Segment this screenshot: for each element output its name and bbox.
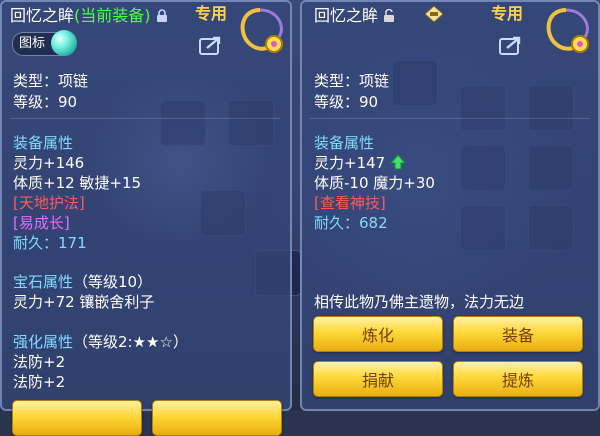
durability-value: 171 <box>58 234 87 252</box>
skill-link[interactable]: [天地护法] <box>13 193 85 213</box>
enhance-line: 法防+2 <box>13 353 66 371</box>
skill-link[interactable]: [易成长] <box>13 213 70 233</box>
equipped-status: (当前装备) <box>74 6 151 25</box>
equip-button[interactable]: 装备 <box>453 316 583 352</box>
attr-value: 灵力+147 <box>314 154 386 172</box>
skill-link[interactable]: [查看神技] <box>314 193 386 213</box>
item-description: 相传此物乃佛主遗物，法力无边 <box>314 293 525 311</box>
arrow-up-icon <box>389 154 407 170</box>
enhance-line: 法防+2 <box>13 373 66 391</box>
durability-value: 682 <box>359 214 388 232</box>
attr-line: 灵力+147 <box>314 153 407 173</box>
attr-line: 体质-10 魔力+30 <box>314 174 435 192</box>
gem-attr: 灵力+72 镶嵌舍利子 <box>13 293 155 311</box>
exclusive-tag: 专用 <box>195 4 228 23</box>
durability-label: 耐久： <box>314 214 360 232</box>
item-type: 类型：项链 <box>13 72 89 90</box>
item-level: 等级：90 <box>13 93 78 111</box>
necklace-icon <box>546 8 589 53</box>
seal-icon <box>425 6 443 22</box>
gem-header-line: 宝石属性（等级10） <box>13 272 152 292</box>
necklace-icon <box>240 8 283 53</box>
enhance-header: 强化属性 <box>13 333 74 351</box>
enhance-header-line: 强化属性（等级2:★★☆） <box>13 332 188 352</box>
icon-badge[interactable]: 图标 <box>12 30 78 56</box>
action-button-partial[interactable] <box>152 400 282 436</box>
attr-line: 灵力+146 <box>13 154 85 172</box>
refine-button[interactable]: 炼化 <box>313 316 443 352</box>
item-level: 等级：90 <box>314 93 379 111</box>
divider <box>310 118 590 119</box>
gem-header: 宝石属性 <box>13 273 74 291</box>
item-title: 回忆之眸 <box>314 2 395 26</box>
item-type: 类型：项链 <box>314 72 390 90</box>
exclusive-tag: 专用 <box>491 4 524 23</box>
durability: 耐久：171 <box>13 233 87 253</box>
extract-button[interactable]: 提炼 <box>453 361 583 397</box>
donate-button[interactable]: 捐献 <box>313 361 443 397</box>
lock-icon <box>156 9 167 22</box>
attr-header: 装备属性 <box>314 134 375 152</box>
durability: 耐久：682 <box>314 213 388 233</box>
item-title: 回忆之眸(当前装备) <box>10 2 168 26</box>
durability-label: 耐久： <box>13 234 59 252</box>
divider <box>10 118 280 119</box>
action-button-partial[interactable] <box>12 400 142 436</box>
enhance-level: （等级2:★★☆） <box>73 333 188 351</box>
compare-item-tooltip: 回忆之眸 专用 类型：项链 等级：90 装备属性 灵力+147 体质-10 魔力… <box>300 0 600 411</box>
equipped-item-tooltip: 回忆之眸(当前装备) 专用 图标 类型：项链 等级：90 装备属性 灵力+146… <box>0 0 292 436</box>
share-icon[interactable] <box>499 35 523 55</box>
orb-icon <box>51 30 78 56</box>
badge-label: 图标 <box>19 36 46 51</box>
attr-line: 体质+12 敏捷+15 <box>13 174 142 192</box>
item-name: 回忆之眸 <box>10 6 75 25</box>
unlock-icon <box>384 9 395 22</box>
gem-level: （等级10） <box>73 273 153 291</box>
attr-header: 装备属性 <box>13 134 74 152</box>
share-icon[interactable] <box>199 35 223 55</box>
item-name: 回忆之眸 <box>314 6 379 25</box>
